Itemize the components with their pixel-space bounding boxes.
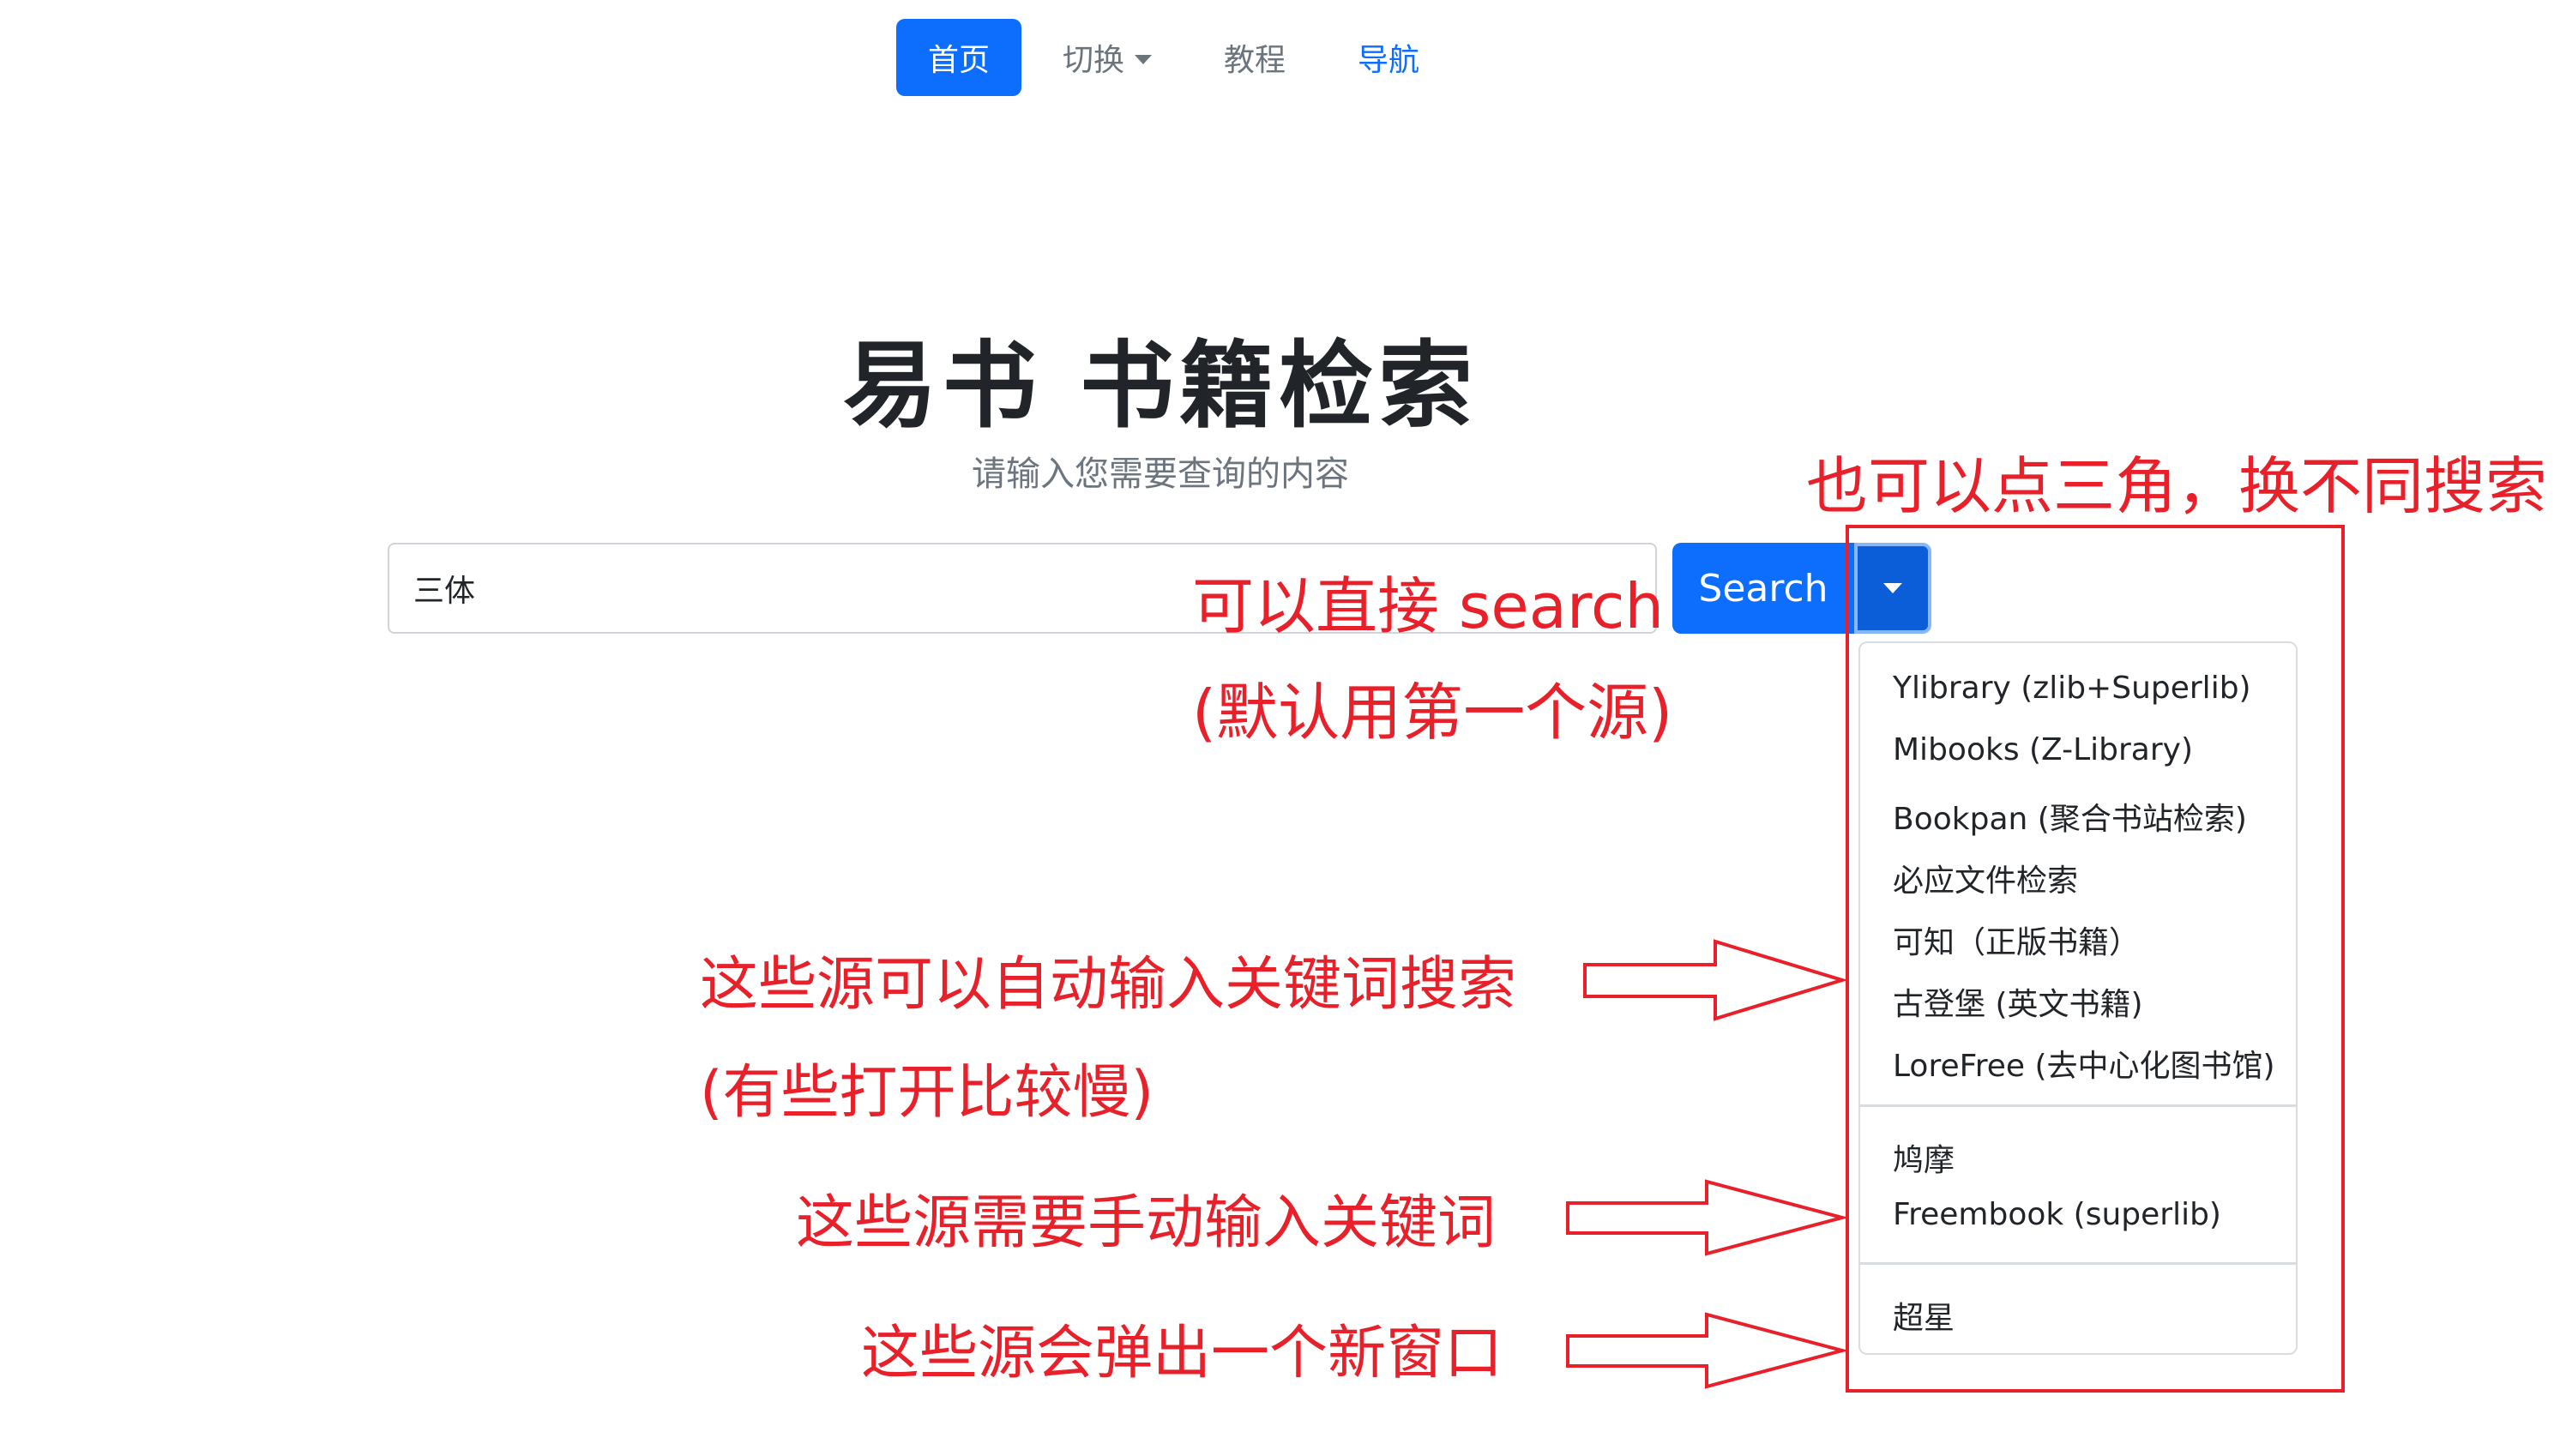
caret-down-icon (1135, 54, 1153, 64)
dropdown-divider (1860, 1104, 2296, 1107)
nav-switch-dropdown[interactable]: 切换 (1032, 19, 1183, 96)
search-button[interactable]: Search (1672, 543, 1854, 634)
annotation-auto-sources-hint: 这些源可以自动输入关键词搜索 (700, 951, 1517, 1019)
dropdown-item-chaoxing[interactable]: 超星 (1893, 1293, 1955, 1338)
nav-tutorial[interactable]: 教程 (1193, 19, 1316, 96)
dropdown-item-mibooks[interactable]: Mibooks (Z-Library) (1893, 732, 2193, 767)
dropdown-item-kezhi[interactable]: 可知（正版书籍） (1893, 918, 2140, 962)
dropdown-item-bing[interactable]: 必应文件检索 (1893, 856, 2078, 900)
search-button-label: Search (1698, 566, 1828, 611)
annotation-slow-hint: (有些打开比较慢) (700, 1059, 1154, 1127)
dropdown-item-ylibrary[interactable]: Ylibrary (zlib+Superlib) (1893, 671, 2251, 706)
dropdown-item-bookpan[interactable]: Bookpan (聚合书站检索) (1893, 794, 2247, 839)
dropdown-divider (1860, 1262, 2296, 1265)
dropdown-item-jiumo[interactable]: 鸠摩 (1893, 1135, 1955, 1180)
source-dropdown-toggle[interactable] (1854, 543, 1931, 634)
annotation-popup-sources-hint: 这些源会弹出一个新窗口 (861, 1320, 1503, 1387)
arrow-right-icon (1566, 1312, 1849, 1389)
source-dropdown-menu: Ylibrary (zlib+Superlib) Mibooks (Z-Libr… (1858, 641, 2298, 1355)
nav-navigation[interactable]: 导航 (1327, 19, 1450, 96)
dropdown-item-gutenberg[interactable]: 古登堡 (英文书籍) (1893, 979, 2143, 1024)
dropdown-item-lorefree[interactable]: LoreFree (去中心化图书馆) (1893, 1041, 2275, 1086)
arrow-right-icon (1566, 1179, 1849, 1256)
search-input-value: 三体 (413, 574, 476, 609)
arrow-right-icon (1583, 939, 1848, 1021)
nav-switch-label: 切换 (1063, 43, 1125, 78)
top-nav: 首页 切换 教程 导航 (896, 19, 1450, 96)
annotation-default-source-hint: (默认用第一个源) (1192, 677, 1673, 749)
page-title: 易书 书籍检索 (842, 331, 1479, 441)
annotation-search-hint: 可以直接 search (1192, 570, 1665, 642)
nav-navigation-label: 导航 (1358, 43, 1420, 78)
annotation-manual-sources-hint: 这些源需要手动输入关键词 (796, 1189, 1497, 1257)
dropdown-item-freembook[interactable]: Freembook (superlib) (1893, 1197, 2221, 1232)
nav-tutorial-label: 教程 (1224, 43, 1286, 78)
annotation-triangle-hint: 也可以点三角，换不同搜索 (1806, 450, 2548, 522)
caret-down-icon (1883, 583, 1902, 593)
nav-home[interactable]: 首页 (896, 19, 1021, 96)
nav-home-label: 首页 (927, 43, 990, 78)
